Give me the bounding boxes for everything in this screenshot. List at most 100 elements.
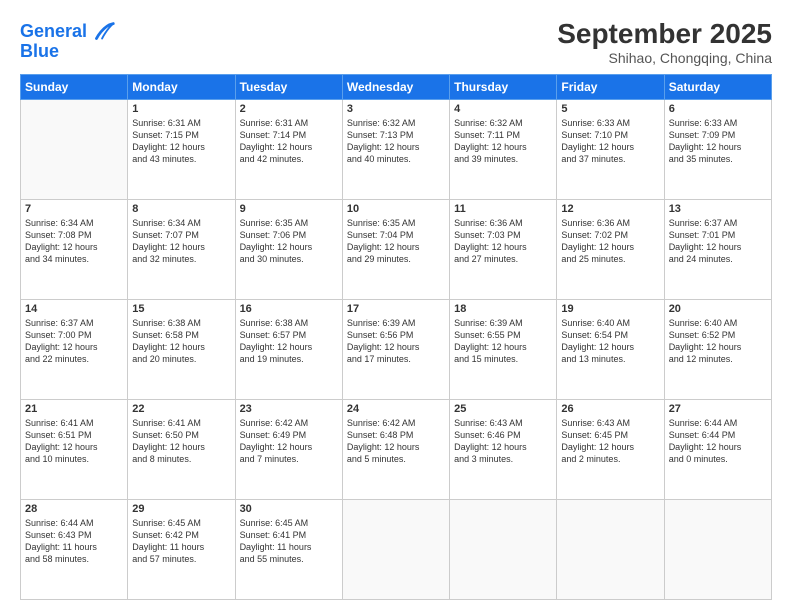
day-cell-11: 11 Sunrise: 6:36 AM Sunset: 7:03 PM Dayli…	[450, 200, 557, 300]
empty-cell	[664, 500, 771, 600]
week-row-1: 1 Sunrise: 6:31 AM Sunset: 7:15 PM Daylig…	[21, 100, 772, 200]
day-info: Sunrise: 6:45 AM Sunset: 6:42 PM Dayligh…	[132, 517, 230, 566]
day-number: 22	[132, 403, 230, 415]
day-cell-29: 29 Sunrise: 6:45 AM Sunset: 6:42 PM Dayli…	[128, 500, 235, 600]
day-cell-26: 26 Sunrise: 6:43 AM Sunset: 6:45 PM Dayli…	[557, 400, 664, 500]
day-cell-8: 8Sunrise: 6:34 AM Sunset: 7:07 PM Daylig…	[128, 200, 235, 300]
weekday-header-saturday: Saturday	[664, 75, 771, 100]
day-number: 27	[669, 403, 767, 415]
day-cell-15: 15 Sunrise: 6:38 AM Sunset: 6:58 PM Dayli…	[128, 300, 235, 400]
day-info: Sunrise: 6:44 AM Sunset: 6:44 PM Dayligh…	[669, 417, 767, 466]
day-cell-6: 6 Sunrise: 6:33 AM Sunset: 7:09 PM Daylig…	[664, 100, 771, 200]
day-info: Sunrise: 6:37 AM Sunset: 7:00 PM Dayligh…	[25, 317, 123, 366]
header: General Blue September 2025 Shihao, Chon…	[20, 18, 772, 66]
day-cell-4: 4 Sunrise: 6:32 AM Sunset: 7:11 PM Daylig…	[450, 100, 557, 200]
day-number: 2	[240, 103, 338, 115]
day-cell-21: 21Sunrise: 6:41 AM Sunset: 6:51 PM Dayli…	[21, 400, 128, 500]
day-cell-14: 14 Sunrise: 6:37 AM Sunset: 7:00 PM Dayli…	[21, 300, 128, 400]
day-info: Sunrise: 6:44 AM Sunset: 6:43 PM Dayligh…	[25, 517, 123, 566]
week-row-4: 21Sunrise: 6:41 AM Sunset: 6:51 PM Dayli…	[21, 400, 772, 500]
day-info: Sunrise: 6:31 AM Sunset: 7:14 PM Dayligh…	[240, 117, 338, 166]
weekday-header-monday: Monday	[128, 75, 235, 100]
week-row-2: 7Sunrise: 6:34 AM Sunset: 7:08 PM Daylig…	[21, 200, 772, 300]
empty-cell	[342, 500, 449, 600]
day-cell-2: 2 Sunrise: 6:31 AM Sunset: 7:14 PM Daylig…	[235, 100, 342, 200]
day-number: 24	[347, 403, 445, 415]
day-number: 23	[240, 403, 338, 415]
day-number: 1	[132, 103, 230, 115]
day-cell-25: 25Sunrise: 6:43 AM Sunset: 6:46 PM Dayli…	[450, 400, 557, 500]
day-info: Sunrise: 6:34 AM Sunset: 7:07 PM Dayligh…	[132, 217, 230, 266]
day-number: 9	[240, 203, 338, 215]
week-row-3: 14 Sunrise: 6:37 AM Sunset: 7:00 PM Dayli…	[21, 300, 772, 400]
day-info: Sunrise: 6:40 AM Sunset: 6:54 PM Dayligh…	[561, 317, 659, 366]
day-info: Sunrise: 6:41 AM Sunset: 6:50 PM Dayligh…	[132, 417, 230, 466]
empty-cell	[557, 500, 664, 600]
day-info: Sunrise: 6:33 AM Sunset: 7:09 PM Dayligh…	[669, 117, 767, 166]
day-info: Sunrise: 6:39 AM Sunset: 6:55 PM Dayligh…	[454, 317, 552, 366]
page: General Blue September 2025 Shihao, Chon…	[0, 0, 792, 612]
day-number: 11	[454, 203, 552, 215]
day-info: Sunrise: 6:42 AM Sunset: 6:48 PM Dayligh…	[347, 417, 445, 466]
weekday-header-row: SundayMondayTuesdayWednesdayThursdayFrid…	[21, 75, 772, 100]
logo-text: General	[20, 22, 87, 42]
weekday-header-wednesday: Wednesday	[342, 75, 449, 100]
day-number: 29	[132, 503, 230, 515]
day-number: 16	[240, 303, 338, 315]
day-info: Sunrise: 6:36 AM Sunset: 7:02 PM Dayligh…	[561, 217, 659, 266]
day-number: 10	[347, 203, 445, 215]
day-cell-10: 10Sunrise: 6:35 AM Sunset: 7:04 PM Dayli…	[342, 200, 449, 300]
logo: General Blue	[20, 18, 117, 62]
day-number: 18	[454, 303, 552, 315]
day-info: Sunrise: 6:43 AM Sunset: 6:45 PM Dayligh…	[561, 417, 659, 466]
day-info: Sunrise: 6:38 AM Sunset: 6:58 PM Dayligh…	[132, 317, 230, 366]
day-info: Sunrise: 6:39 AM Sunset: 6:56 PM Dayligh…	[347, 317, 445, 366]
day-cell-19: 19 Sunrise: 6:40 AM Sunset: 6:54 PM Dayli…	[557, 300, 664, 400]
day-cell-30: 30 Sunrise: 6:45 AM Sunset: 6:41 PM Dayli…	[235, 500, 342, 600]
day-cell-12: 12 Sunrise: 6:36 AM Sunset: 7:02 PM Dayli…	[557, 200, 664, 300]
day-info: Sunrise: 6:36 AM Sunset: 7:03 PM Dayligh…	[454, 217, 552, 266]
day-cell-5: 5Sunrise: 6:33 AM Sunset: 7:10 PM Daylig…	[557, 100, 664, 200]
month-title: September 2025	[557, 18, 772, 50]
day-number: 20	[669, 303, 767, 315]
day-number: 26	[561, 403, 659, 415]
day-info: Sunrise: 6:32 AM Sunset: 7:11 PM Dayligh…	[454, 117, 552, 166]
empty-cell	[450, 500, 557, 600]
day-info: Sunrise: 6:41 AM Sunset: 6:51 PM Dayligh…	[25, 417, 123, 466]
day-number: 19	[561, 303, 659, 315]
day-info: Sunrise: 6:45 AM Sunset: 6:41 PM Dayligh…	[240, 517, 338, 566]
day-cell-13: 13Sunrise: 6:37 AM Sunset: 7:01 PM Dayli…	[664, 200, 771, 300]
day-cell-3: 3Sunrise: 6:32 AM Sunset: 7:13 PM Daylig…	[342, 100, 449, 200]
day-cell-9: 9Sunrise: 6:35 AM Sunset: 7:06 PM Daylig…	[235, 200, 342, 300]
logo-blue: Blue	[20, 42, 59, 62]
weekday-header-thursday: Thursday	[450, 75, 557, 100]
day-info: Sunrise: 6:43 AM Sunset: 6:46 PM Dayligh…	[454, 417, 552, 466]
day-info: Sunrise: 6:42 AM Sunset: 6:49 PM Dayligh…	[240, 417, 338, 466]
day-number: 17	[347, 303, 445, 315]
day-cell-17: 17 Sunrise: 6:39 AM Sunset: 6:56 PM Dayli…	[342, 300, 449, 400]
day-number: 30	[240, 503, 338, 515]
day-info: Sunrise: 6:31 AM Sunset: 7:15 PM Dayligh…	[132, 117, 230, 166]
day-cell-16: 16 Sunrise: 6:38 AM Sunset: 6:57 PM Dayli…	[235, 300, 342, 400]
day-cell-23: 23 Sunrise: 6:42 AM Sunset: 6:49 PM Dayli…	[235, 400, 342, 500]
day-number: 12	[561, 203, 659, 215]
empty-cell	[21, 100, 128, 200]
day-info: Sunrise: 6:33 AM Sunset: 7:10 PM Dayligh…	[561, 117, 659, 166]
day-number: 13	[669, 203, 767, 215]
day-number: 7	[25, 203, 123, 215]
day-cell-24: 24 Sunrise: 6:42 AM Sunset: 6:48 PM Dayli…	[342, 400, 449, 500]
day-cell-7: 7Sunrise: 6:34 AM Sunset: 7:08 PM Daylig…	[21, 200, 128, 300]
day-info: Sunrise: 6:32 AM Sunset: 7:13 PM Dayligh…	[347, 117, 445, 166]
weekday-header-tuesday: Tuesday	[235, 75, 342, 100]
day-number: 14	[25, 303, 123, 315]
day-cell-18: 18 Sunrise: 6:39 AM Sunset: 6:55 PM Dayli…	[450, 300, 557, 400]
day-info: Sunrise: 6:38 AM Sunset: 6:57 PM Dayligh…	[240, 317, 338, 366]
day-number: 15	[132, 303, 230, 315]
day-cell-22: 22 Sunrise: 6:41 AM Sunset: 6:50 PM Dayli…	[128, 400, 235, 500]
week-row-5: 28 Sunrise: 6:44 AM Sunset: 6:43 PM Dayli…	[21, 500, 772, 600]
day-number: 4	[454, 103, 552, 115]
day-cell-20: 20Sunrise: 6:40 AM Sunset: 6:52 PM Dayli…	[664, 300, 771, 400]
logo-icon	[89, 18, 117, 46]
day-number: 6	[669, 103, 767, 115]
day-number: 28	[25, 503, 123, 515]
